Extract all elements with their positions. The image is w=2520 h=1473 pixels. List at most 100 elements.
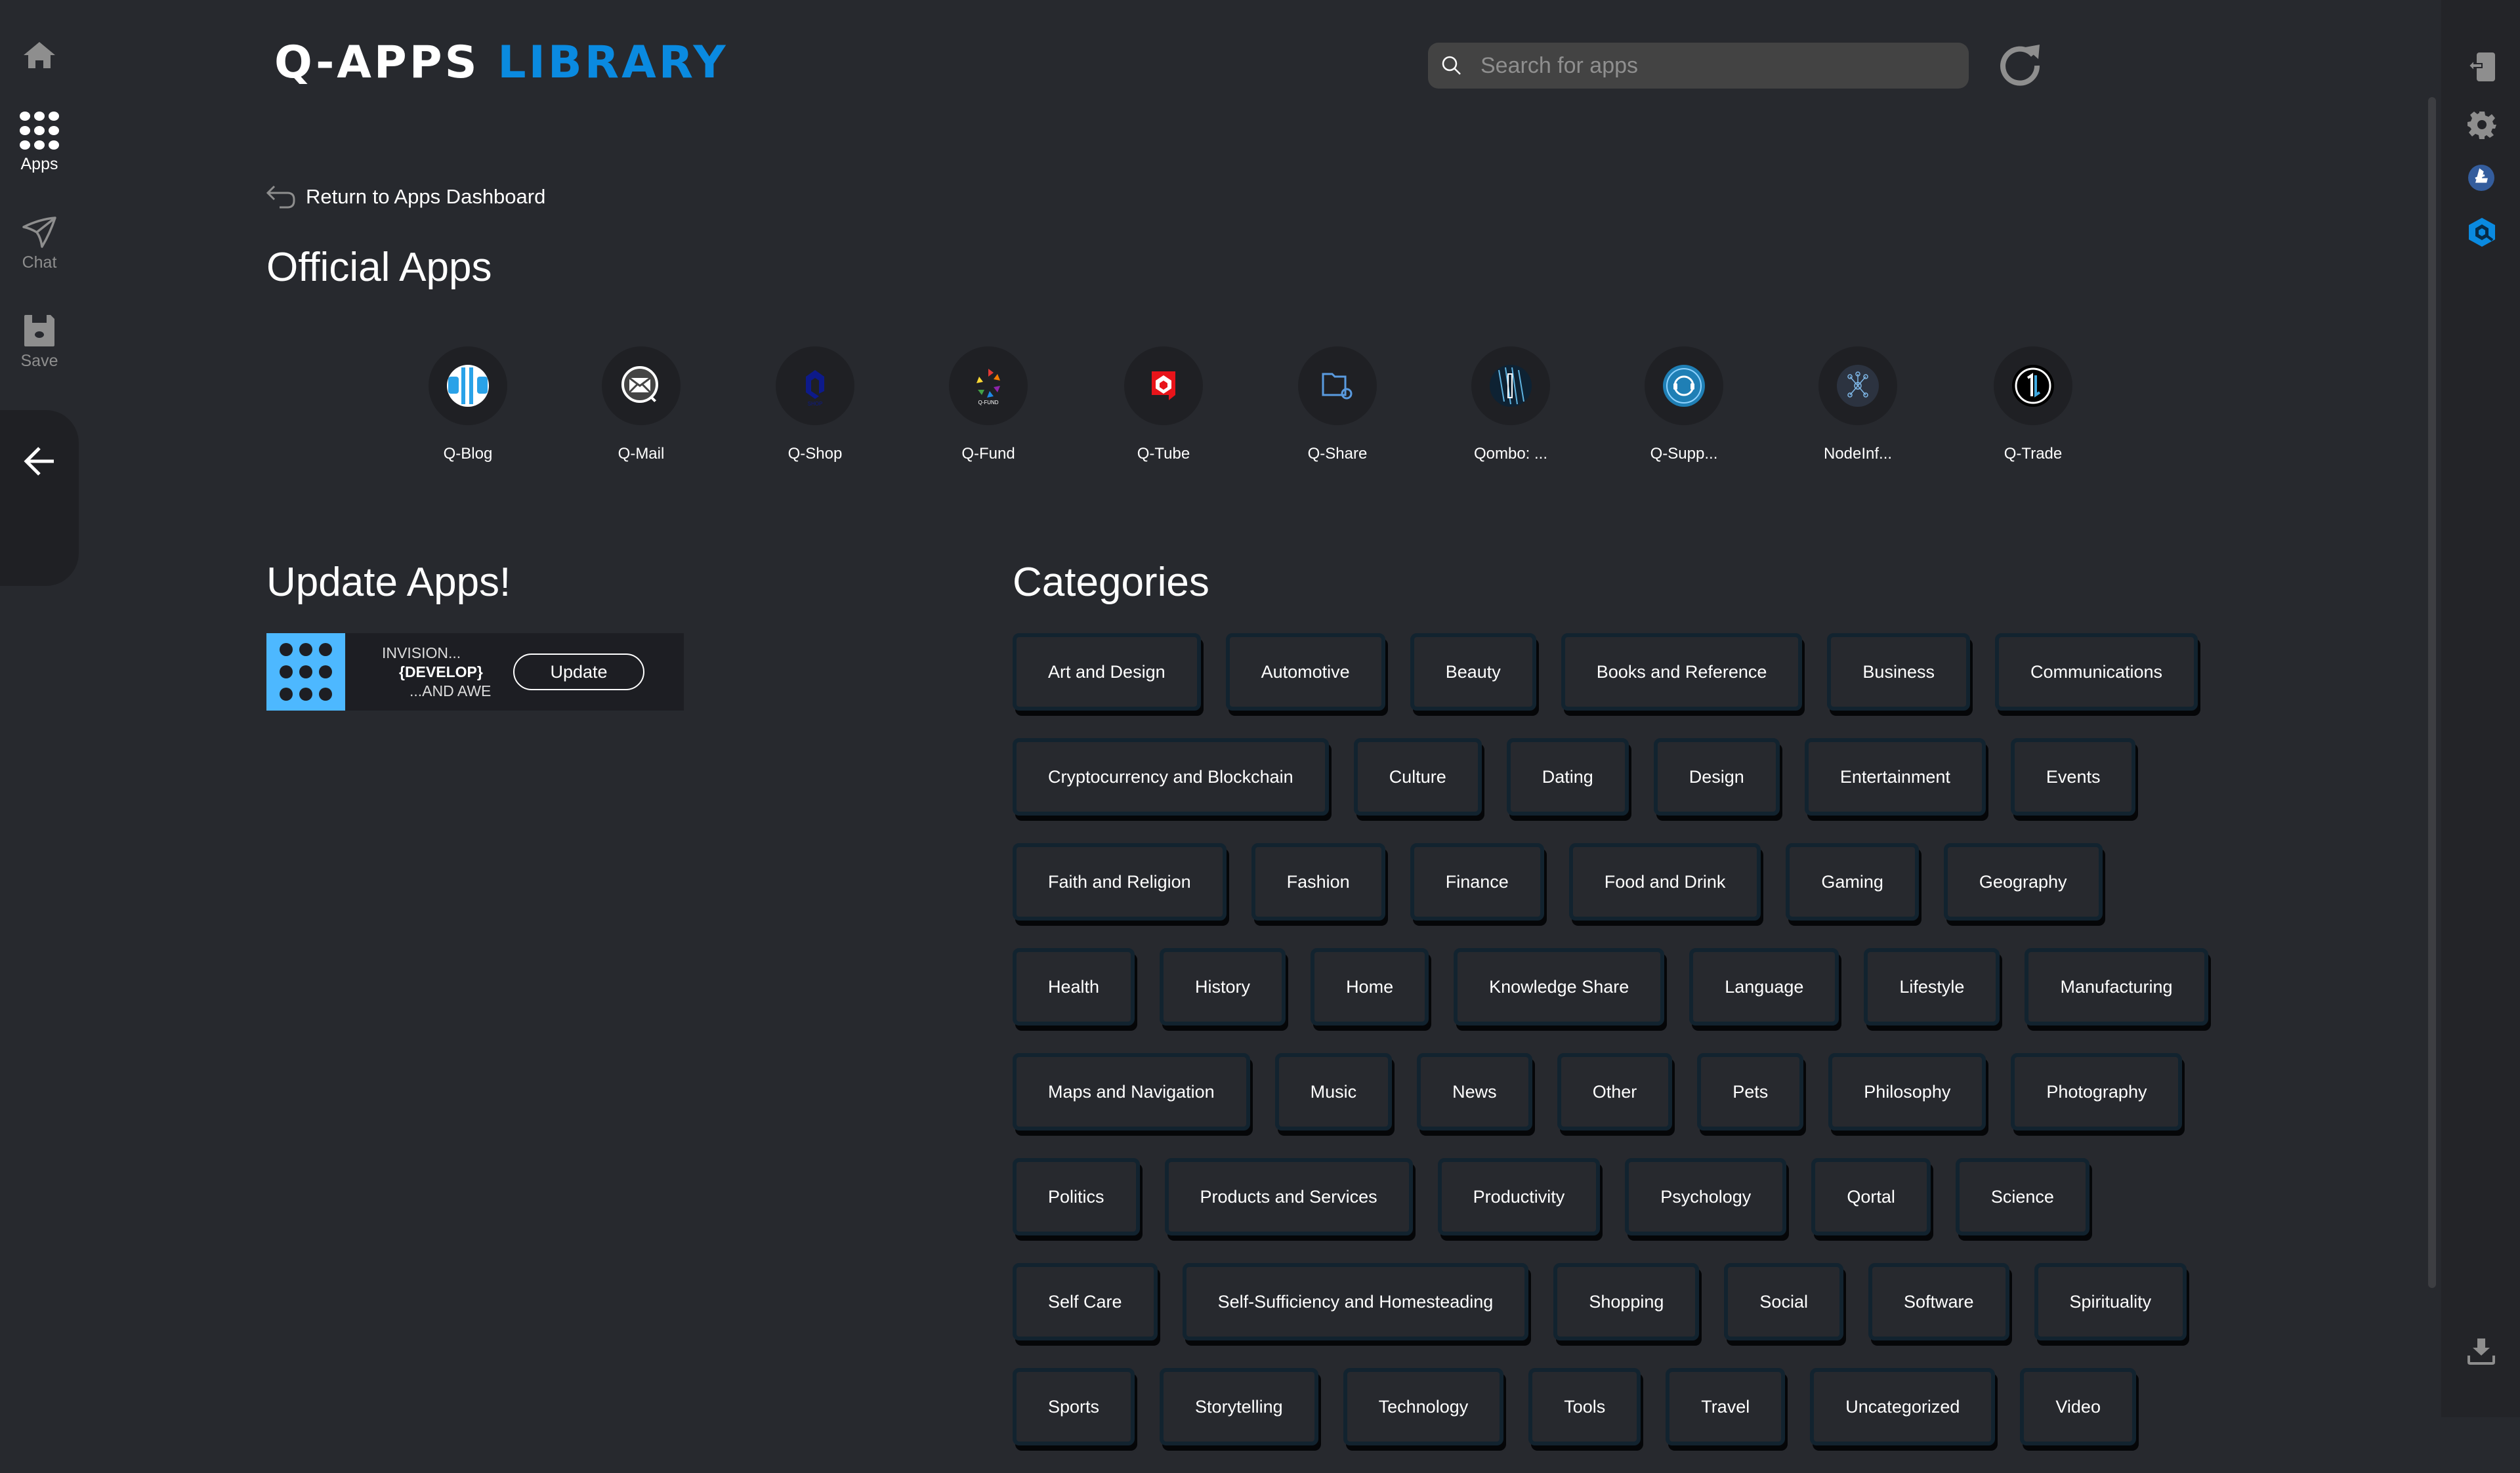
category-button[interactable]: Entertainment — [1804, 738, 1986, 816]
category-button[interactable]: Home — [1311, 948, 1429, 1026]
category-button[interactable]: Science — [1955, 1158, 2090, 1235]
category-button[interactable]: Culture — [1353, 738, 1482, 816]
categories-grid: Art and Design Automotive Beauty Books and … — [1013, 633, 2246, 1473]
category-button[interactable]: Communications — [1994, 633, 2198, 711]
category-button[interactable]: Travel — [1666, 1368, 1786, 1445]
category-button[interactable]: Faith and Religion — [1013, 843, 1227, 921]
app-label: Q-Shop — [788, 445, 843, 463]
category-button[interactable]: Music — [1274, 1053, 1393, 1131]
litecoin-icon[interactable] — [2468, 164, 2495, 192]
apps-grid-icon — [20, 112, 59, 150]
app-label: Q-Fund — [961, 445, 1015, 463]
category-row: Maps and Navigation Music News Other Pets Phi… — [1013, 1053, 2246, 1158]
category-button[interactable]: Cryptocurrency and Blockchain — [1013, 738, 1329, 816]
app-q-blog[interactable]: Q-Blog — [402, 346, 534, 463]
collapse-panel — [0, 410, 79, 586]
category-button[interactable]: Other — [1557, 1053, 1673, 1131]
update-apps-heading: Update Apps! — [266, 560, 511, 605]
category-button[interactable]: Gaming — [1786, 843, 1919, 921]
category-button[interactable]: Self Care — [1013, 1263, 1158, 1340]
category-button[interactable]: Products and Services — [1164, 1158, 1413, 1235]
app-q-mail[interactable]: Q-Mail — [576, 346, 707, 463]
category-button[interactable]: Pets — [1697, 1053, 1804, 1131]
app-q-tube[interactable]: Q-Tube — [1098, 346, 1229, 463]
category-button[interactable]: Dating — [1506, 738, 1629, 816]
app-icon-circle — [1645, 346, 1723, 425]
search-bar — [1428, 43, 1969, 89]
category-button[interactable]: Health — [1013, 948, 1135, 1026]
category-button[interactable]: Food and Drink — [1568, 843, 1761, 921]
category-button[interactable]: Automotive — [1225, 633, 1385, 711]
category-button[interactable]: Psychology — [1625, 1158, 1787, 1235]
category-button[interactable]: Self-Sufficiency and Homesteading — [1182, 1263, 1529, 1340]
category-button[interactable]: Sports — [1013, 1368, 1135, 1445]
return-to-dashboard-link[interactable]: Return to Apps Dashboard — [266, 185, 545, 209]
category-button[interactable]: Video — [2020, 1368, 2136, 1445]
category-button[interactable]: Qortal — [1811, 1158, 1931, 1235]
nav-chat-label: Chat — [22, 253, 57, 272]
app-grid-thumbnail-icon — [266, 633, 345, 711]
app-qombo[interactable]: Qombo: ... — [1445, 346, 1576, 463]
category-button[interactable]: Social — [1724, 1263, 1843, 1340]
app-nodeinfo[interactable]: NodeInf... — [1792, 346, 1923, 463]
category-row: Politics Products and Services Productivit… — [1013, 1158, 2246, 1263]
settings-icon[interactable] — [2468, 110, 2496, 139]
category-button[interactable]: Tools — [1528, 1368, 1641, 1445]
category-button[interactable]: Lifestyle — [1864, 948, 2000, 1026]
category-button[interactable]: Books and Reference — [1561, 633, 1803, 711]
qortal-icon[interactable] — [2468, 217, 2496, 248]
category-button[interactable]: Business — [1827, 633, 1970, 711]
nav-save[interactable]: Save — [0, 314, 79, 371]
q-mail-logo-icon — [620, 365, 662, 407]
category-button[interactable]: Shopping — [1553, 1263, 1700, 1340]
category-button[interactable]: Spirituality — [2034, 1263, 2187, 1340]
category-button[interactable]: News — [1417, 1053, 1532, 1131]
category-button[interactable]: Art and Design — [1013, 633, 1201, 711]
return-arrow-icon — [266, 185, 295, 209]
category-button[interactable]: Philosophy — [1828, 1053, 1986, 1131]
app-q-fund[interactable]: Q-FUND Q-Fund — [923, 346, 1054, 463]
category-button[interactable]: History — [1160, 948, 1286, 1026]
app-q-shop[interactable]: SHOP Q-Shop — [749, 346, 881, 463]
category-button[interactable]: Technology — [1343, 1368, 1504, 1445]
category-button[interactable]: Photography — [2011, 1053, 2183, 1131]
category-button[interactable]: Storytelling — [1160, 1368, 1318, 1445]
app-q-support[interactable]: Q-Supp... — [1618, 346, 1750, 463]
nav-chat[interactable]: Chat — [0, 215, 79, 272]
app-q-share[interactable]: Q-Share — [1272, 346, 1403, 463]
nav-home[interactable] — [0, 41, 79, 70]
q-tube-logo-icon — [1143, 365, 1185, 407]
category-button[interactable]: Productivity — [1437, 1158, 1601, 1235]
nodeinfo-logo-icon — [1837, 365, 1879, 407]
category-button[interactable]: Politics — [1013, 1158, 1140, 1235]
nav-apps[interactable]: Apps — [0, 110, 79, 174]
category-button[interactable]: Knowledge Share — [1454, 948, 1665, 1026]
nav-apps-label: Apps — [20, 155, 58, 173]
q-shop-logo-icon: SHOP — [794, 365, 836, 407]
category-button[interactable]: Finance — [1410, 843, 1544, 921]
category-button[interactable]: Language — [1689, 948, 1839, 1026]
category-button[interactable]: Beauty — [1410, 633, 1536, 711]
app-q-trade[interactable]: Q-Trade — [1967, 346, 2099, 463]
download-icon[interactable] — [2468, 1337, 2495, 1365]
search-input[interactable] — [1479, 52, 1954, 79]
category-button[interactable]: Software — [1868, 1263, 2009, 1340]
category-button[interactable]: Fashion — [1251, 843, 1385, 921]
category-button[interactable]: Geography — [1943, 843, 2103, 921]
arrow-left-icon[interactable] — [24, 446, 55, 477]
category-button[interactable]: Uncategorized — [1810, 1368, 1996, 1445]
app-icon-circle — [1124, 346, 1203, 425]
update-button[interactable]: Update — [513, 654, 644, 690]
app-label: Q-Blog — [443, 445, 493, 463]
category-row: Art and Design Automotive Beauty Books and … — [1013, 633, 2246, 738]
category-button[interactable]: Design — [1653, 738, 1780, 816]
category-button[interactable]: Events — [2010, 738, 2136, 816]
category-row: Health History Home Knowledge Share Language… — [1013, 948, 2246, 1053]
category-button[interactable]: Manufacturing — [2025, 948, 2208, 1026]
refresh-icon[interactable] — [1999, 42, 2044, 87]
app-label: Q-Mail — [618, 445, 665, 463]
logout-icon[interactable] — [2468, 51, 2496, 83]
categories-heading: Categories — [1013, 560, 1209, 605]
scrollbar-thumb[interactable] — [2428, 97, 2436, 1288]
category-button[interactable]: Maps and Navigation — [1013, 1053, 1250, 1131]
